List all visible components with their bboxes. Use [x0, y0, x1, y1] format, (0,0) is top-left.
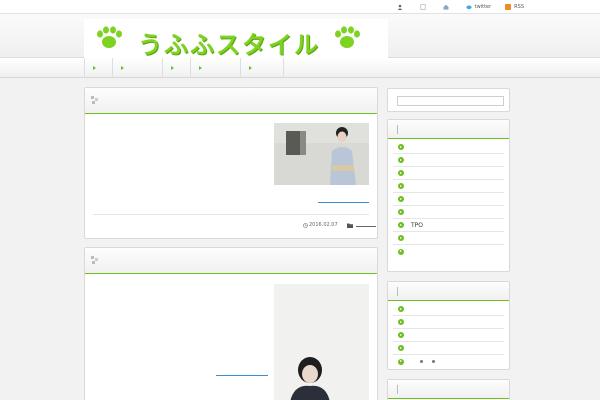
arrow-right-icon	[199, 66, 202, 70]
nav-item[interactable]	[112, 58, 162, 78]
nav-item[interactable]	[162, 58, 190, 78]
arrow-bullet-icon	[398, 144, 404, 150]
search-input[interactable]	[397, 96, 504, 106]
kimono-woman-photo	[274, 123, 369, 185]
widget-header	[388, 380, 509, 399]
arrow-bullet-icon	[398, 157, 404, 163]
arrow-bullet-icon	[398, 248, 404, 255]
post-thumbnail[interactable]	[274, 123, 369, 185]
paw-icon	[335, 26, 360, 48]
list-item[interactable]	[393, 206, 504, 219]
site-logo[interactable]: うふふスタイル	[84, 19, 388, 59]
list-item[interactable]	[393, 316, 504, 329]
user-icon	[397, 4, 402, 10]
list-item[interactable]	[393, 355, 504, 368]
rss-icon	[505, 4, 512, 10]
list-item[interactable]	[393, 342, 504, 355]
top-link-home[interactable]	[443, 3, 452, 11]
arrow-right-icon	[171, 66, 174, 70]
document-icon	[91, 96, 98, 104]
arrow-bullet-icon	[398, 170, 404, 176]
post-date: 2016.02.07	[309, 222, 338, 228]
dot-icon	[432, 360, 435, 363]
site-header: うふふスタイル	[0, 14, 600, 59]
search-widget	[387, 88, 510, 112]
post-thumbnail[interactable]	[274, 284, 369, 400]
read-more-link[interactable]	[318, 202, 369, 203]
nav-item[interactable]	[84, 58, 112, 78]
top-link-twitter[interactable]: twitter	[466, 3, 491, 11]
widget-header	[388, 120, 509, 139]
post-divider	[93, 214, 369, 215]
arrow-bullet-icon	[398, 358, 404, 365]
list-item[interactable]	[393, 154, 504, 167]
dot-icon	[420, 360, 423, 363]
arrow-bullet-icon	[398, 345, 404, 351]
sidebar-widget	[387, 281, 510, 370]
twitter-icon	[466, 5, 472, 10]
top-link-user[interactable]	[397, 3, 406, 11]
arrow-bullet-icon	[398, 306, 404, 312]
widget-header	[388, 282, 509, 301]
top-links: twitter RSS	[383, 3, 524, 11]
list-item[interactable]: TPO	[393, 219, 504, 232]
folder-icon	[346, 223, 353, 228]
nav-item[interactable]	[190, 58, 240, 78]
arrow-bullet-icon	[398, 196, 404, 202]
widget-title-marker	[397, 125, 398, 134]
nav-item[interactable]	[240, 58, 284, 78]
widget-title-marker	[397, 287, 398, 296]
global-nav	[0, 58, 600, 78]
woman-portrait-photo	[274, 284, 369, 400]
list-item[interactable]	[393, 193, 504, 206]
arrow-bullet-icon	[398, 209, 404, 215]
home-icon	[443, 4, 449, 10]
arrow-right-icon	[121, 66, 124, 70]
arrow-bullet-icon	[398, 319, 404, 325]
list-item[interactable]	[393, 180, 504, 193]
post-category[interactable]	[355, 223, 376, 227]
clock-icon	[303, 222, 308, 228]
arrow-right-icon	[93, 66, 96, 70]
list-item[interactable]	[393, 303, 504, 316]
sidebar-widget: TPO	[387, 119, 510, 272]
document-icon	[91, 256, 98, 264]
list-item[interactable]	[393, 245, 504, 258]
top-bar: twitter RSS	[0, 0, 600, 14]
arrow-right-icon	[249, 66, 252, 70]
post-header	[85, 248, 377, 274]
paw-icon	[97, 26, 122, 48]
arrow-bullet-icon	[398, 235, 404, 241]
sidebar-widget	[387, 379, 510, 400]
list-item[interactable]	[393, 167, 504, 180]
widget-title-marker	[397, 385, 398, 394]
arrow-bullet-icon	[398, 222, 404, 228]
list-item[interactable]	[393, 329, 504, 342]
post-meta: 2016.02.07	[303, 222, 376, 228]
list-item[interactable]	[393, 141, 504, 154]
arrow-bullet-icon	[398, 183, 404, 189]
top-link-rss[interactable]: RSS	[505, 3, 524, 11]
post-card	[84, 247, 378, 400]
post-header	[85, 88, 377, 114]
read-more-link[interactable]	[216, 375, 268, 376]
post-card: 2016.02.07	[84, 87, 378, 239]
arrow-bullet-icon	[398, 332, 404, 338]
list-item[interactable]	[393, 232, 504, 245]
site-logo-text: うふふスタイル	[138, 31, 320, 59]
top-link-page[interactable]	[420, 3, 429, 11]
page-icon	[420, 4, 426, 10]
